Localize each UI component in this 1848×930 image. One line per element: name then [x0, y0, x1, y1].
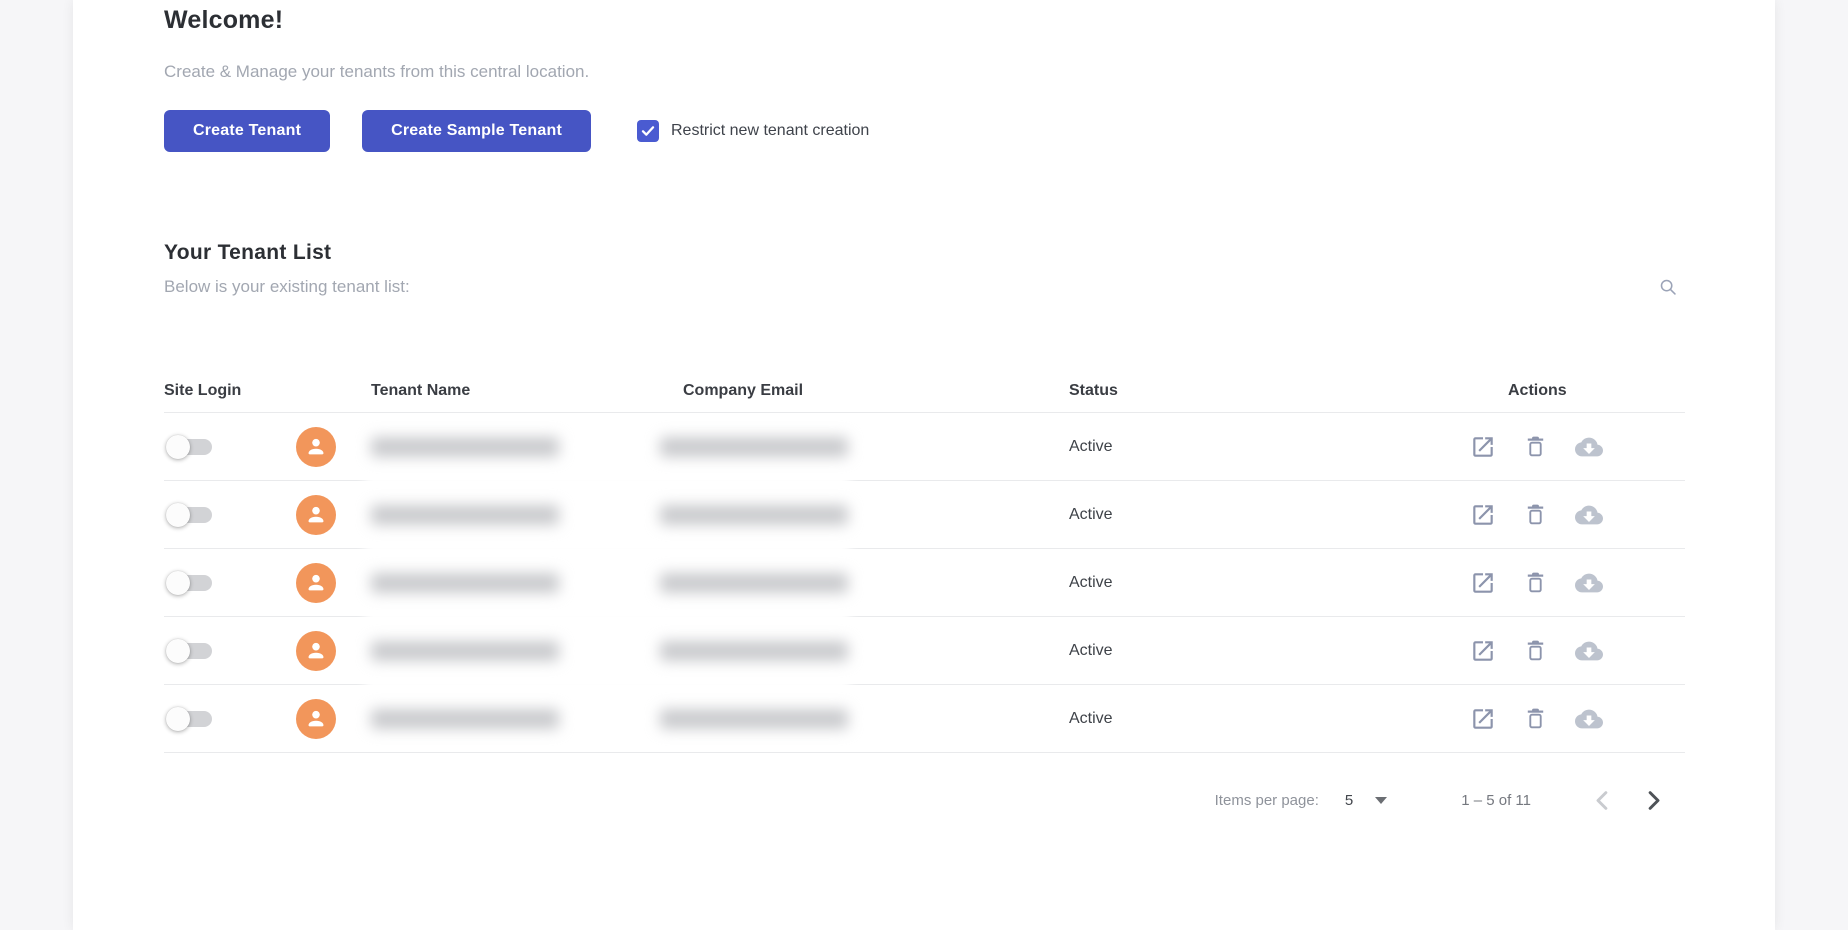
status-text: Active	[1050, 506, 1340, 524]
paginator: Items per page: 5 1 – 5 of 11	[164, 778, 1685, 822]
site-login-toggle[interactable]	[166, 569, 212, 597]
download-tenant-button[interactable]	[1575, 705, 1603, 733]
company-email-redacted	[660, 641, 848, 661]
create-sample-tenant-button[interactable]: Create Sample Tenant	[362, 110, 591, 152]
search-icon	[1657, 276, 1679, 298]
content-panel: Welcome! Create & Manage your tenants fr…	[73, 0, 1775, 930]
company-email-redacted	[660, 709, 848, 729]
tenant-avatar	[296, 699, 336, 739]
chevron-right-icon	[1640, 787, 1667, 814]
site-login-toggle[interactable]	[166, 705, 212, 733]
download-tenant-button[interactable]	[1575, 433, 1603, 461]
delete-icon	[1523, 570, 1548, 595]
delete-tenant-button[interactable]	[1523, 706, 1548, 731]
page-title: Welcome!	[164, 6, 283, 35]
check-icon	[640, 123, 656, 139]
items-per-page-value: 5	[1345, 792, 1353, 809]
person-icon	[303, 638, 329, 664]
open-tenant-button[interactable]	[1470, 570, 1496, 596]
download-tenant-button[interactable]	[1575, 569, 1603, 597]
toggle-knob	[166, 503, 190, 527]
site-login-toggle[interactable]	[166, 433, 212, 461]
tenant-list-subtitle: Below is your existing tenant list:	[164, 277, 410, 297]
open-tenant-button[interactable]	[1470, 706, 1496, 732]
open-tenant-button[interactable]	[1470, 638, 1496, 664]
items-per-page-select[interactable]: 5	[1345, 792, 1387, 809]
download-tenant-button[interactable]	[1575, 501, 1603, 529]
tenant-avatar	[296, 563, 336, 603]
company-email-redacted	[660, 573, 848, 593]
tenant-avatar	[296, 495, 336, 535]
column-header-company-email: Company Email	[660, 382, 1050, 400]
person-icon	[303, 502, 329, 528]
restrict-checkbox[interactable]	[637, 120, 659, 142]
company-email-redacted	[660, 505, 848, 525]
cloud-download-icon	[1575, 433, 1603, 461]
tenant-table: Site Login Tenant Name Company Email Sta…	[164, 370, 1685, 753]
tenant-name-redacted	[371, 641, 559, 661]
delete-icon	[1523, 638, 1548, 663]
open-tenant-button[interactable]	[1470, 434, 1496, 460]
cloud-download-icon	[1575, 501, 1603, 529]
tenant-avatar	[296, 631, 336, 671]
delete-icon	[1523, 502, 1548, 527]
person-icon	[303, 570, 329, 596]
toggle-knob	[166, 435, 190, 459]
tenant-name-redacted	[371, 437, 559, 457]
status-text: Active	[1050, 438, 1340, 456]
page-subtitle: Create & Manage your tenants from this c…	[164, 62, 589, 82]
table-header-row: Site Login Tenant Name Company Email Sta…	[164, 370, 1685, 413]
cloud-download-icon	[1575, 569, 1603, 597]
toggle-knob	[166, 571, 190, 595]
tenant-name-redacted	[371, 505, 559, 525]
next-page-button[interactable]	[1640, 787, 1667, 814]
toggle-knob	[166, 707, 190, 731]
tenant-list-title: Your Tenant List	[164, 241, 331, 265]
status-text: Active	[1050, 710, 1340, 728]
status-text: Active	[1050, 574, 1340, 592]
open-in-new-icon	[1470, 434, 1496, 460]
chevron-down-icon	[1375, 797, 1387, 804]
site-login-toggle[interactable]	[166, 501, 212, 529]
cloud-download-icon	[1575, 705, 1603, 733]
site-login-toggle[interactable]	[166, 637, 212, 665]
column-header-actions: Actions	[1340, 382, 1685, 400]
column-header-tenant-name: Tenant Name	[348, 382, 660, 400]
items-per-page-label: Items per page:	[1215, 792, 1319, 809]
restrict-checkbox-group: Restrict new tenant creation	[637, 120, 869, 142]
previous-page-button[interactable]	[1589, 787, 1616, 814]
company-email-redacted	[660, 437, 848, 457]
page-range-label: 1 – 5 of 11	[1461, 792, 1531, 809]
status-text: Active	[1050, 642, 1340, 660]
restrict-checkbox-label: Restrict new tenant creation	[671, 122, 869, 140]
tenant-avatar	[296, 427, 336, 467]
delete-tenant-button[interactable]	[1523, 434, 1548, 459]
delete-tenant-button[interactable]	[1523, 570, 1548, 595]
open-in-new-icon	[1470, 706, 1496, 732]
delete-tenant-button[interactable]	[1523, 502, 1548, 527]
chevron-left-icon	[1589, 787, 1616, 814]
delete-icon	[1523, 706, 1548, 731]
tenant-name-redacted	[371, 709, 559, 729]
person-icon	[303, 434, 329, 460]
column-header-status: Status	[1050, 382, 1340, 400]
download-tenant-button[interactable]	[1575, 637, 1603, 665]
delete-tenant-button[interactable]	[1523, 638, 1548, 663]
tenant-name-redacted	[371, 573, 559, 593]
page: { "header": { "title": "Welcome!", "subt…	[0, 0, 1848, 930]
open-in-new-icon	[1470, 638, 1496, 664]
open-in-new-icon	[1470, 502, 1496, 528]
search-button[interactable]	[1653, 272, 1683, 302]
top-actions-row: Create Tenant Create Sample Tenant Restr…	[164, 110, 869, 152]
column-header-site-login: Site Login	[164, 382, 284, 400]
open-in-new-icon	[1470, 570, 1496, 596]
delete-icon	[1523, 434, 1548, 459]
person-icon	[303, 706, 329, 732]
cloud-download-icon	[1575, 637, 1603, 665]
create-tenant-button[interactable]: Create Tenant	[164, 110, 330, 152]
toggle-knob	[166, 639, 190, 663]
open-tenant-button[interactable]	[1470, 502, 1496, 528]
